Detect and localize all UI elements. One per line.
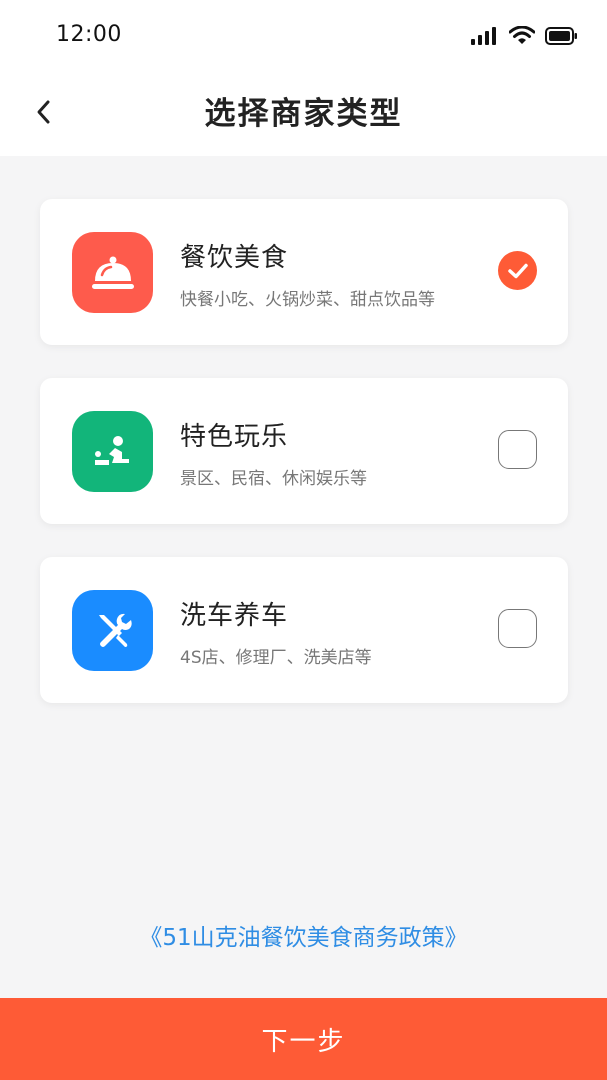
radio-unchecked[interactable] [498,609,537,648]
option-subtitle: 4S店、修理厂、洗美店等 [180,648,372,668]
wrench-screwdriver-icon [72,590,153,671]
radio-unchecked[interactable] [498,430,537,469]
checkmark-icon [507,263,528,278]
top-bar: 12:00 选择商家类型 [0,0,607,156]
battery-icon [545,27,577,45]
option-card-car-service[interactable]: 洗车养车 4S店、修理厂、洗美店等 [40,557,568,703]
status-time: 12:00 [56,22,122,47]
option-title: 洗车养车 [180,601,289,631]
radio-checked[interactable] [498,251,537,290]
option-subtitle: 景区、民宿、休闲娱乐等 [180,469,367,489]
next-button[interactable]: 下一步 [0,998,607,1080]
option-title: 特色玩乐 [180,422,289,452]
wifi-icon [509,26,535,44]
option-card-catering[interactable]: 餐饮美食 快餐小吃、火锅炒菜、甜点饮品等 [40,199,568,345]
page-title: 选择商家类型 [204,96,403,132]
option-card-recreation[interactable]: 特色玩乐 景区、民宿、休闲娱乐等 [40,378,568,524]
cloche-icon [72,232,153,313]
option-subtitle: 快餐小吃、火锅炒菜、甜点饮品等 [180,290,435,310]
policy-link[interactable]: 《51山克油餐饮美食商务政策》 [0,918,607,952]
status-icons [471,24,577,48]
signal-icon [471,27,496,45]
option-title: 餐饮美食 [180,243,289,273]
recreation-icon [72,411,153,492]
